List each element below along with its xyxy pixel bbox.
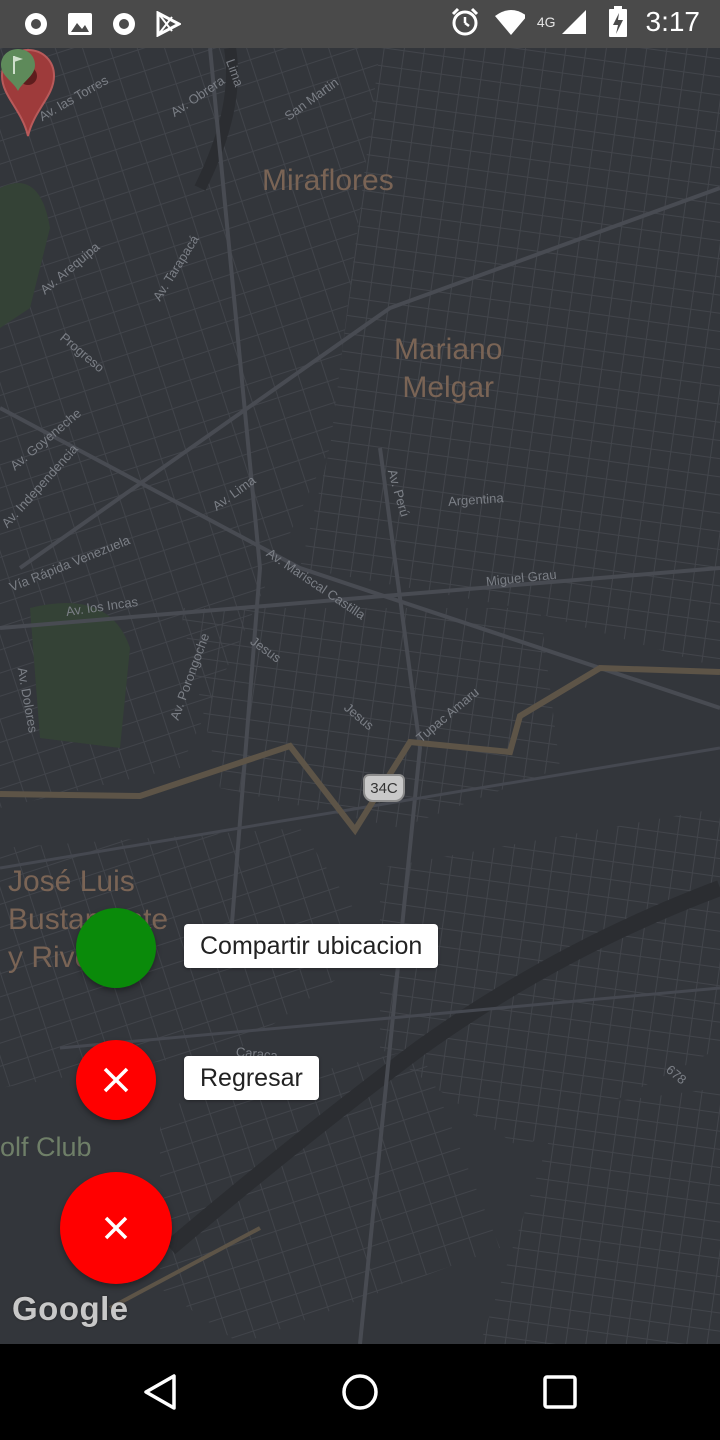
- image-icon: [64, 8, 96, 40]
- close-menu-button[interactable]: [60, 1172, 172, 1284]
- share-location-button[interactable]: [76, 908, 156, 988]
- map-view[interactable]: Miraflores Mariano Melgar José Luis Bust…: [0, 48, 720, 1344]
- close-icon: [104, 1216, 128, 1240]
- home-icon[interactable]: [336, 1368, 384, 1416]
- google-logo: Google: [12, 1290, 129, 1327]
- clock: 3:17: [645, 6, 701, 37]
- back-label[interactable]: Regresar: [184, 1056, 319, 1100]
- circle-app-icon: [108, 8, 140, 40]
- navigation-bar: [0, 1344, 720, 1440]
- cell-signal-icon: [558, 6, 590, 38]
- map-street-grid: [0, 48, 720, 1344]
- circle-app-icon: [20, 8, 52, 40]
- play-store-icon: [152, 8, 184, 40]
- share-location-label[interactable]: Compartir ubicacion: [184, 924, 439, 968]
- alarm-icon: [449, 6, 481, 38]
- network-type: 4G: [536, 14, 556, 30]
- battery-charging-icon: [602, 6, 634, 38]
- back-icon[interactable]: [136, 1368, 184, 1416]
- status-bar: 4G 3:17: [0, 0, 720, 48]
- place-label-miraflores: Miraflores: [262, 164, 394, 197]
- place-label-mariano-melgar: Mariano Melgar: [394, 333, 503, 404]
- recents-icon[interactable]: [536, 1368, 584, 1416]
- place-label-golf-club: olf Club: [0, 1132, 92, 1162]
- route-shield: 34C: [363, 774, 405, 802]
- close-icon: [103, 1067, 129, 1093]
- back-button[interactable]: [76, 1040, 156, 1120]
- golf-course-icon[interactable]: [0, 48, 36, 92]
- wifi-icon: [493, 6, 525, 38]
